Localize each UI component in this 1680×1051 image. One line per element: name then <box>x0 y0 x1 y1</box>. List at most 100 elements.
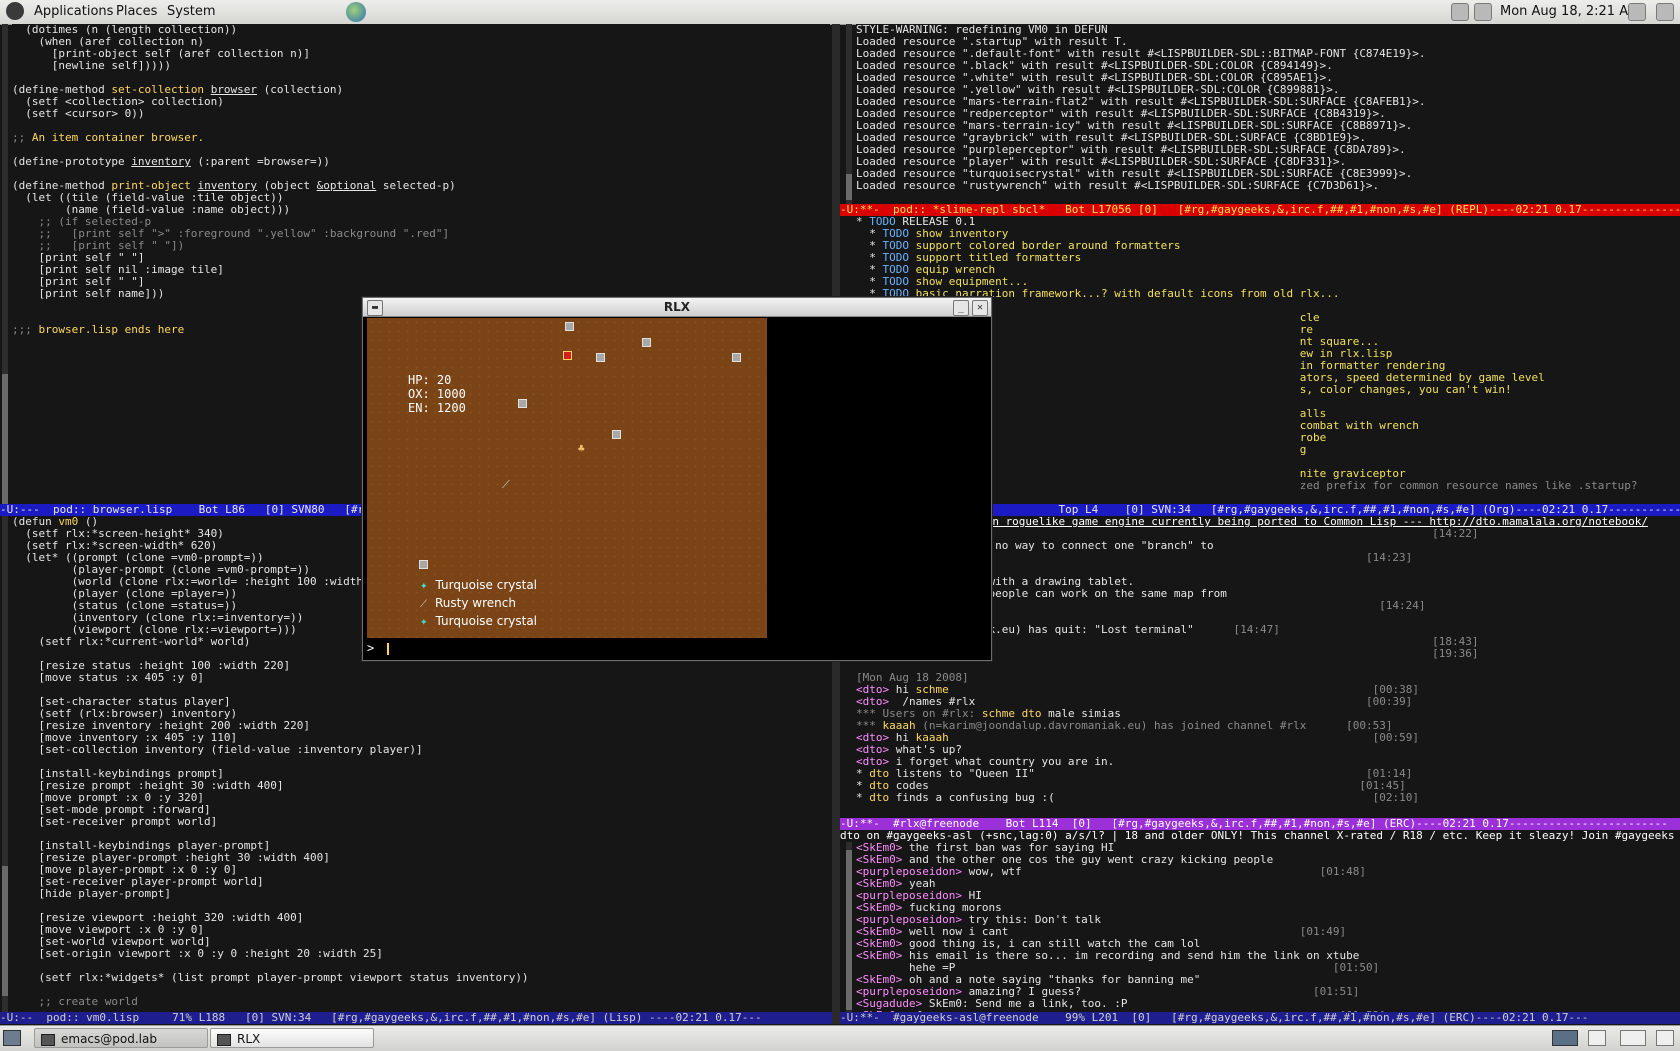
text-segment: wow, wtf <box>961 865 1022 878</box>
workspace-switcher-3[interactable] <box>1620 1030 1646 1046</box>
command-prompt[interactable]: > <box>367 639 987 657</box>
text-segment: ERC> <box>856 803 889 805</box>
player-status: HP: 20 OX: 1000 EN: 1200 <box>408 373 466 415</box>
text-line <box>856 192 1680 204</box>
window-icon <box>217 1033 231 1046</box>
text-segment: ;; <box>12 131 32 144</box>
minimize-icon[interactable]: _ <box>953 300 969 316</box>
gray-brick <box>642 338 651 347</box>
emacs-icon <box>41 1033 55 1046</box>
gray-brick <box>518 399 527 408</box>
scrollbar-browser-lisp[interactable] <box>2 24 8 508</box>
text-line: Loaded resource "rustywrench" with resul… <box>856 180 1680 192</box>
menu-places[interactable]: Places <box>116 4 157 19</box>
text-segment: ;; create world <box>12 995 138 1008</box>
hp-value: HP: 20 <box>408 373 452 387</box>
text-segment: s, color changes, you can't win! <box>1299 383 1512 396</box>
text-segment: [move status :x 405 :y 0] <box>12 671 205 684</box>
network-icon[interactable] <box>1451 3 1469 21</box>
show-desktop-icon[interactable] <box>3 1030 21 1046</box>
text-segment: [hide player-prompt] <box>12 887 171 900</box>
top-panel: Applications Places System Mon Aug 18, 2… <box>0 0 1680 25</box>
window-menu-icon[interactable]: ▬ <box>367 300 383 316</box>
gray-brick <box>612 430 621 439</box>
clock[interactable]: Mon Aug 18, 2:21 AM <box>1500 4 1639 19</box>
web-browser-launcher-icon[interactable] <box>346 2 366 22</box>
text-segment: An item container browser. <box>31 131 205 144</box>
modeline-repl: -U:**- pod:: *slime-repl sbcl* Bot L1705… <box>840 204 1680 216</box>
red-perceptor-enemy <box>563 351 572 360</box>
erc-gaygeeks-topic: dto on #gaygeeks-asl (+snc,lag:0) a/s/l?… <box>840 830 1680 842</box>
modeline-vm0-lisp: -U:-- pod:: vm0.lisp 71% L188 [0] SVN:34… <box>0 1012 832 1024</box>
text-line: ;; An item container browser. <box>12 132 830 144</box>
gray-brick <box>596 353 605 362</box>
turquoise-crystal-icon: ✦ <box>420 618 428 628</box>
task-emacs[interactable]: emacs@pod.lab <box>34 1028 208 1048</box>
text-segment: [01:48] <box>1021 865 1366 878</box>
trash-icon[interactable] <box>1656 1030 1674 1046</box>
modeline-erc-rlx: -U:**- #rlx@freenode Bot L114 [0] [#rg,#… <box>840 818 1680 830</box>
scrollbar-gaygeeks[interactable] <box>846 842 852 1022</box>
turquoise-crystal-icon: ✦ <box>420 582 428 592</box>
erc-gaygeeks-buffer[interactable]: <SkEm0> the first ban was for saying HI <… <box>856 842 1680 1022</box>
slime-repl[interactable]: STYLE-WARNING: redefining VM0 in DEFUN Lo… <box>856 24 1680 204</box>
scrollbar-repl[interactable] <box>846 24 852 204</box>
text-line: [set-origin viewport :x 0 :y 0 :height 2… <box>12 948 830 960</box>
workspace-switcher-1[interactable] <box>1552 1030 1578 1046</box>
show-desktop-icon[interactable] <box>1656 3 1674 21</box>
text-segment: &optional <box>316 179 377 192</box>
player-sprite: ♣ <box>578 442 585 455</box>
scrollbar-vm0-lisp[interactable] <box>2 516 8 1020</box>
text-line: (setf rlx:*widgets* (list prompt player-… <box>12 972 830 984</box>
text-segment: (:parent =browser=)) <box>190 155 330 168</box>
text-segment: [00:59] <box>948 731 1419 744</box>
inventory-item[interactable]: ✦ Turquoise crystal <box>420 613 537 631</box>
gray-brick <box>732 353 741 362</box>
text-line: <dto> hi kaaah [00:59] <box>856 732 1680 744</box>
text-line: [set-receiver prompt world] <box>12 816 830 828</box>
text-segment: selected-p) <box>376 179 456 192</box>
text-line: * dto finds a confusing bug :( [02:10] <box>856 792 1680 804</box>
text-line: [move status :x 405 :y 0] <box>12 672 830 684</box>
menu-system[interactable]: System <box>167 4 215 19</box>
ox-value: OX: 1000 <box>408 387 466 401</box>
text-segment: [02:10] <box>1054 791 1419 804</box>
rusty-wrench-item[interactable]: ⟋ <box>502 479 510 490</box>
gray-brick <box>419 560 428 569</box>
text-segment: (setf <cursor> 0)) <box>12 107 145 120</box>
text-segment: (setf rlx:*current-world* world) <box>12 635 251 648</box>
prompt-cursor <box>387 642 390 655</box>
text-line: (define-prototype inventory (:parent =br… <box>12 156 830 168</box>
text-line: ;; create world <box>12 996 830 1008</box>
menu-applications[interactable]: Applications <box>34 4 113 19</box>
text-line <box>856 660 1680 672</box>
gnome-foot-icon[interactable] <box>6 2 24 20</box>
text-segment: [set-collection inventory (field-value :… <box>12 743 423 756</box>
text-segment: g <box>1299 443 1307 456</box>
text-segment: (define-prototype <box>12 155 132 168</box>
rusty-wrench-icon: ⟋ <box>420 599 427 610</box>
bottom-panel: emacs@pod.lab RLX <box>0 1025 1680 1051</box>
text-line: [hide player-prompt] <box>12 888 830 900</box>
modeline-erc-gaygeeks: -U:**- #gaygeeks-asl@freenode 99% L201 [… <box>840 1012 1680 1024</box>
volume-icon[interactable] <box>1628 3 1646 21</box>
text-segment: zed prefix for common resource names lik… <box>1299 479 1638 492</box>
text-line: <purpleposeidon> wow, wtf [01:48] <box>856 866 1680 878</box>
text-segment: browser.lisp ends here <box>38 323 185 336</box>
inventory-item[interactable]: ⟋ Rusty wrench <box>420 595 537 613</box>
text-line: (setf <cursor> 0)) <box>12 108 830 120</box>
inventory-list: ✦ Turquoise crystal ⟋ Rusty wrench ✦ Turquo… <box>420 577 537 631</box>
close-icon[interactable]: ✕ <box>972 300 988 316</box>
text-line: [newline self])))) <box>12 60 830 72</box>
battery-icon[interactable] <box>1474 3 1492 21</box>
inventory-item[interactable]: ✦ Turquoise crystal <box>420 577 537 595</box>
text-segment: (collection) <box>257 83 344 96</box>
window-title: RLX <box>663 300 691 314</box>
text-segment: Loaded resource "rustywrench" with resul… <box>856 179 1380 192</box>
workspace-switcher-2[interactable] <box>1588 1030 1606 1046</box>
text-segment: (setf rlx:*widgets* (list prompt player-… <box>12 971 529 984</box>
text-segment: ;;; <box>12 323 39 336</box>
window-titlebar[interactable]: RLX <box>363 298 991 317</box>
en-value: EN: 1200 <box>408 401 466 415</box>
task-rlx[interactable]: RLX <box>210 1028 374 1048</box>
